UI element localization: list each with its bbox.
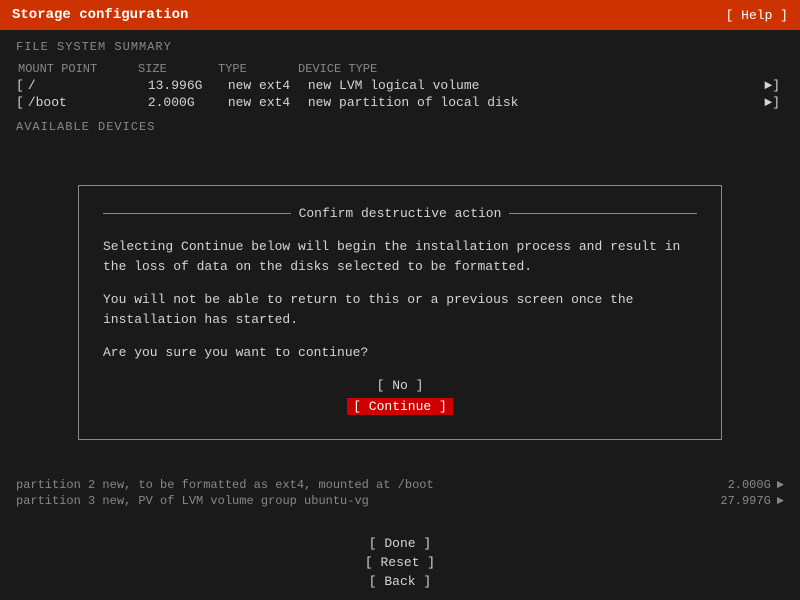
confirm-dialog: Confirm destructive action Selecting Con… — [78, 185, 722, 440]
partition3-size: 27.997G ► — [720, 494, 784, 508]
partition3-arrow[interactable]: ► — [777, 494, 784, 508]
modal-title: Confirm destructive action — [299, 206, 502, 221]
help-button[interactable]: [ Help ] — [726, 8, 788, 23]
modal-paragraph-1: Selecting Continue below will begin the … — [103, 237, 697, 276]
modal-buttons: [ No ] [ Continue ] — [103, 377, 697, 415]
back-button[interactable]: [ Back ] — [365, 573, 435, 590]
partition3-label: partition 3 new, PV of LVM volume group … — [16, 494, 720, 508]
info-row-partition2: partition 2 new, to be formatted as ext4… — [16, 478, 784, 492]
info-row-partition3: partition 3 new, PV of LVM volume group … — [16, 494, 784, 508]
no-button[interactable]: [ No ] — [371, 377, 430, 394]
reset-button[interactable]: [ Reset ] — [361, 554, 439, 571]
done-button[interactable]: [ Done ] — [365, 535, 435, 552]
continue-button[interactable]: [ Continue ] — [347, 398, 453, 415]
partition2-arrow[interactable]: ► — [777, 478, 784, 492]
bottom-info: partition 2 new, to be formatted as ext4… — [0, 478, 800, 510]
modal-overlay: Confirm destructive action Selecting Con… — [0, 30, 800, 600]
modal-paragraph-2: You will not be able to return to this o… — [103, 290, 697, 329]
partition2-size: 2.000G ► — [728, 478, 784, 492]
page-title: Storage configuration — [12, 7, 188, 23]
modal-paragraph-3: Are you sure you want to continue? — [103, 343, 697, 363]
footer-buttons: [ Done ] [ Reset ] [ Back ] — [0, 535, 800, 590]
titlebar: Storage configuration [ Help ] — [0, 0, 800, 30]
partition2-label: partition 2 new, to be formatted as ext4… — [16, 478, 728, 492]
modal-body: Selecting Continue below will begin the … — [103, 237, 697, 363]
